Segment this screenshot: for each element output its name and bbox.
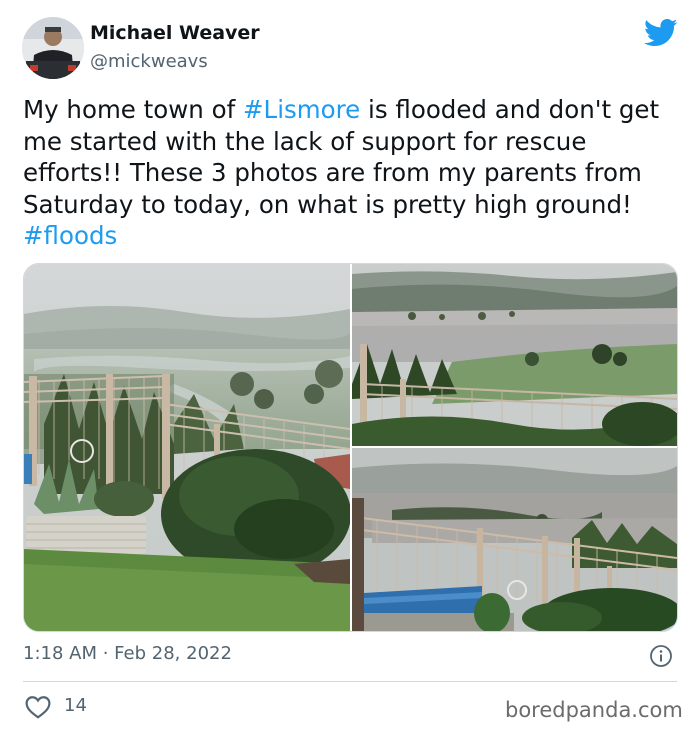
avatar[interactable] bbox=[22, 17, 84, 79]
tweet-text: My home town of #Lismore is flooded and … bbox=[23, 94, 683, 252]
author-name[interactable]: Michael Weaver bbox=[90, 22, 260, 44]
watermark: boredpanda.com bbox=[505, 698, 683, 722]
heart-icon[interactable] bbox=[25, 695, 51, 719]
media-grid bbox=[23, 263, 678, 632]
flood-fence-photo[interactable] bbox=[352, 448, 677, 631]
tweet-card: Michael Weaver @mickweavs My home town o… bbox=[0, 0, 700, 733]
avatar-image bbox=[22, 17, 84, 79]
flood-river-photo[interactable] bbox=[352, 264, 677, 446]
hashtag-lismore[interactable]: #Lismore bbox=[243, 95, 360, 124]
tweet-text-part: My home town of bbox=[23, 95, 244, 124]
hashtag-floods[interactable]: #floods bbox=[23, 221, 117, 250]
divider bbox=[23, 681, 677, 682]
tweet-time: 1:18 AM bbox=[23, 643, 97, 664]
tweet-timestamp[interactable]: 1:18 AM · Feb 28, 2022 bbox=[23, 643, 232, 664]
info-icon[interactable] bbox=[649, 644, 673, 668]
timestamp-separator: · bbox=[97, 643, 115, 664]
like-count: 14 bbox=[64, 695, 87, 716]
flood-garden-photo[interactable] bbox=[24, 264, 350, 631]
twitter-bird-icon[interactable] bbox=[644, 18, 678, 48]
author-handle[interactable]: @mickweavs bbox=[90, 51, 208, 72]
tweet-date: Feb 28, 2022 bbox=[114, 643, 232, 664]
